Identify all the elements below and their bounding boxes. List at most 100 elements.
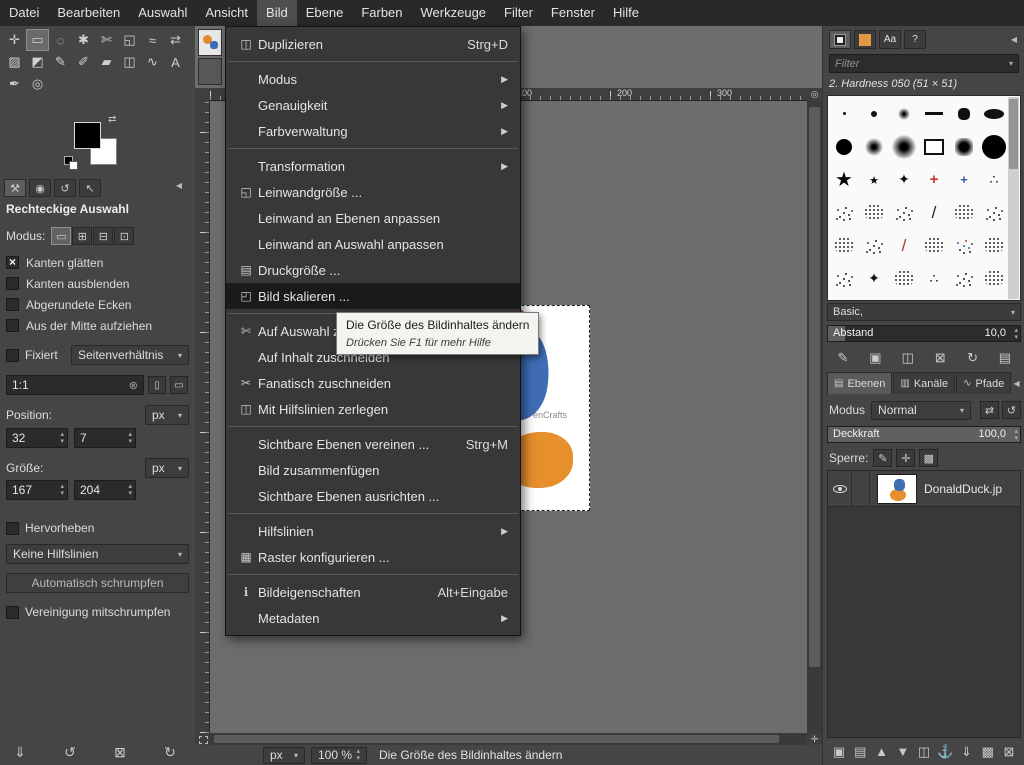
menu-item-druckgr-e[interactable]: ▤Druckgröße ...: [226, 257, 520, 283]
mode-intersect[interactable]: ⊡: [114, 227, 134, 245]
spinner-arrows-icon[interactable]: [1014, 327, 1018, 341]
pointer-tab[interactable]: ↖: [79, 179, 101, 197]
reset-options-icon[interactable]: ↻: [160, 744, 180, 761]
horizontal-scrollbar[interactable]: [210, 733, 807, 745]
menu-item-modus[interactable]: Modus: [226, 66, 520, 92]
brush-tag-dropdown[interactable]: Basic,: [827, 303, 1021, 321]
tab-ebenen[interactable]: ▤Ebenen: [827, 372, 892, 394]
tool-fuzzy-select[interactable]: ✱: [72, 29, 95, 51]
size-height-input[interactable]: 204: [74, 480, 136, 500]
brushes-tab[interactable]: [829, 30, 851, 49]
image-tab-inactive[interactable]: [198, 58, 222, 85]
delete-options-icon[interactable]: ⊠: [110, 744, 130, 761]
quick-mask-toggle[interactable]: [195, 733, 210, 745]
fixiert-dropdown[interactable]: Seitenverhältnis: [71, 345, 189, 365]
brush-item[interactable]: [979, 130, 1009, 163]
brush-item[interactable]: [859, 163, 889, 196]
brush-item[interactable]: [829, 229, 859, 262]
image-tab-active[interactable]: [198, 29, 222, 56]
menu-item-fanatisch-zuschneiden[interactable]: ✂Fanatisch zuschneiden: [226, 370, 520, 396]
layer-visibility-cell[interactable]: [828, 471, 852, 507]
brush-item[interactable]: [919, 229, 949, 262]
anchor-layer-button[interactable]: ⚓: [935, 742, 955, 761]
brush-item[interactable]: [889, 130, 919, 163]
brush-item[interactable]: [949, 196, 979, 229]
duplicate-brush-button[interactable]: ◫: [898, 348, 918, 367]
brush-item[interactable]: [859, 97, 889, 130]
option-abgerundete-ecken[interactable]: Abgerundete Ecken: [6, 294, 189, 315]
guides-dropdown[interactable]: Keine Hilfslinien: [6, 544, 189, 564]
collapse-dock-icon[interactable]: [1007, 35, 1021, 44]
spinner-arrows-icon[interactable]: [128, 483, 132, 497]
add-mask-button[interactable]: ▩: [978, 742, 998, 761]
menubar-item-bearbeiten[interactable]: Bearbeiten: [48, 0, 129, 26]
collapse-dock-icon[interactable]: [1012, 379, 1021, 388]
lock-alpha[interactable]: ▩: [919, 449, 938, 467]
brush-item[interactable]: [829, 130, 859, 163]
fonts-tab[interactable]: Aa: [879, 30, 901, 49]
foreground-color-swatch[interactable]: [74, 122, 101, 149]
size-unit-dropdown[interactable]: px: [145, 458, 189, 478]
menubar-item-hilfe[interactable]: Hilfe: [604, 0, 648, 26]
auto-shrink-button[interactable]: Automatisch schrumpfen: [6, 573, 189, 593]
default-colors-icon[interactable]: [64, 156, 73, 165]
tool-rect-select[interactable]: ▭: [26, 29, 49, 51]
brush-filter-input[interactable]: Filter: [829, 54, 1019, 73]
tool-pencil[interactable]: ✎: [49, 51, 72, 73]
menubar-item-filter[interactable]: Filter: [495, 0, 542, 26]
statusbar-unit-dropdown[interactable]: px: [263, 747, 305, 764]
checkbox[interactable]: [6, 298, 19, 311]
tool-clone[interactable]: ◫: [118, 51, 141, 73]
brush-item[interactable]: [889, 229, 919, 262]
tool-flip[interactable]: ⇄: [164, 29, 187, 51]
brush-item[interactable]: [949, 229, 979, 262]
brush-item[interactable]: [949, 163, 979, 196]
tool-gradient[interactable]: ▨: [3, 51, 26, 73]
new-brush-button[interactable]: ▣: [865, 348, 885, 367]
shrink-merged-row[interactable]: Vereinigung mitschrumpfen: [6, 602, 189, 622]
menu-item-leinwandgr-e[interactable]: ◱Leinwandgröße ...: [226, 179, 520, 205]
tool-paintbrush[interactable]: ✐: [72, 51, 95, 73]
menu-item-hilfslinien[interactable]: Hilfslinien: [226, 518, 520, 544]
brush-item[interactable]: [889, 97, 919, 130]
tool-zoom[interactable]: ◎: [26, 73, 49, 95]
menubar-item-ansicht[interactable]: Ansicht: [196, 0, 257, 26]
statusbar-zoom-dropdown[interactable]: 100 %: [311, 747, 367, 764]
spinner-arrows-icon[interactable]: [1014, 428, 1018, 442]
menubar-item-fenster[interactable]: Fenster: [542, 0, 604, 26]
fixiert-checkbox[interactable]: [6, 349, 19, 362]
layer-opacity-slider[interactable]: Deckkraft 100,0: [827, 426, 1021, 443]
restore-options-icon[interactable]: ↺: [60, 744, 80, 761]
device-status-tab[interactable]: ◉: [29, 179, 51, 197]
menubar-item-datei[interactable]: Datei: [0, 0, 48, 26]
spinner-arrows-icon[interactable]: [60, 431, 64, 445]
brush-item[interactable]: [949, 97, 979, 130]
edit-brush-button[interactable]: ✎: [833, 348, 853, 367]
tool-free-select[interactable]: ◌: [49, 29, 72, 51]
ratio-input[interactable]: 1:1: [6, 375, 144, 395]
brush-item[interactable]: [859, 196, 889, 229]
brush-item[interactable]: [829, 262, 859, 295]
option-kanten-gl-tten[interactable]: Kanten glätten: [6, 252, 189, 273]
position-unit-dropdown[interactable]: px: [145, 405, 189, 425]
brush-item[interactable]: [919, 130, 949, 163]
brush-item[interactable]: [919, 97, 949, 130]
tool-smudge[interactable]: ∿: [141, 51, 164, 73]
brush-item[interactable]: [859, 262, 889, 295]
vertical-scrollbar-thumb[interactable]: [809, 107, 820, 667]
tab-pfade[interactable]: ∿Pfade: [956, 372, 1011, 394]
checkbox[interactable]: [6, 319, 19, 332]
tool-options-tab[interactable]: ⚒: [4, 179, 26, 197]
tool-crop[interactable]: ✄: [95, 29, 118, 51]
mode-subtract[interactable]: ⊟: [93, 227, 113, 245]
brush-spacing-slider[interactable]: Abstand 10,0: [827, 325, 1021, 342]
menu-item-bildeigenschaften[interactable]: ℹBildeigenschaftenAlt+Eingabe: [226, 579, 520, 605]
brush-item[interactable]: [979, 196, 1009, 229]
menu-item-leinwand-an-ebenen-anpassen[interactable]: Leinwand an Ebenen anpassen: [226, 205, 520, 231]
menu-item-duplizieren[interactable]: ◫DuplizierenStrg+D: [226, 31, 520, 57]
document-history-tab[interactable]: ?: [904, 30, 926, 49]
brush-item[interactable]: [889, 262, 919, 295]
spinner-arrows-icon[interactable]: [356, 748, 360, 762]
menu-item-raster-konfigurieren[interactable]: ▦Raster konfigurieren ...: [226, 544, 520, 570]
tool-bucket-fill[interactable]: ◩: [26, 51, 49, 73]
